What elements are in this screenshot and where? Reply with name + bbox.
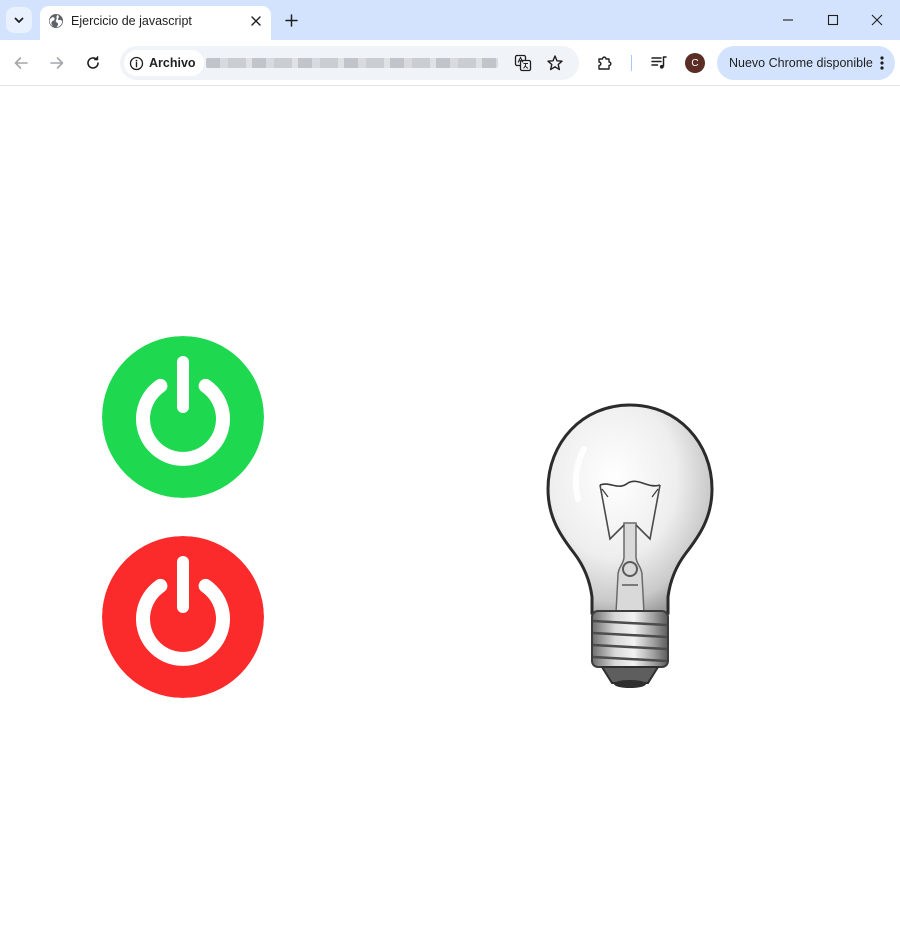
site-info-chip[interactable]: Archivo <box>124 50 204 76</box>
more-vert-icon <box>880 56 884 70</box>
power-on-button[interactable] <box>102 336 264 498</box>
window-close-button[interactable] <box>854 0 900 40</box>
address-bar[interactable]: Archivo <box>120 46 579 80</box>
translate-button[interactable] <box>513 53 533 73</box>
profile-avatar[interactable]: C <box>685 53 705 73</box>
minimize-button[interactable] <box>765 0 811 40</box>
reload-icon <box>87 56 99 69</box>
arrow-right-icon <box>50 57 64 69</box>
toolbar-separator <box>631 55 632 71</box>
update-label: Nuevo Chrome disponible <box>729 56 873 70</box>
chrome-menu-button[interactable] <box>872 53 892 73</box>
translate-icon <box>514 54 532 72</box>
plus-icon <box>284 13 298 27</box>
minimize-icon <box>783 19 793 21</box>
maximize-icon <box>827 14 839 26</box>
media-control-button[interactable] <box>648 52 670 74</box>
chevron-down-icon <box>14 17 24 23</box>
globe-icon <box>49 14 63 28</box>
tab-search-button[interactable] <box>6 7 32 33</box>
back-button[interactable] <box>9 51 33 75</box>
maximize-button[interactable] <box>810 0 856 40</box>
reload-button[interactable] <box>81 51 105 75</box>
close-icon <box>251 16 261 26</box>
extensions-button[interactable] <box>594 52 616 74</box>
tab-close-button[interactable] <box>246 11 266 31</box>
browser-toolbar: Archivo C Nuevo Chrome disponible <box>0 40 900 86</box>
arrow-left-icon <box>14 57 28 69</box>
chrome-update-button[interactable]: Nuevo Chrome disponible <box>717 46 895 80</box>
power-off-button[interactable] <box>102 536 264 698</box>
queue-music-icon <box>651 56 667 69</box>
light-bulb-image <box>546 403 714 688</box>
star-icon <box>547 55 563 71</box>
page-content <box>0 87 900 944</box>
puzzle-icon <box>598 56 612 70</box>
browser-window: Ejercicio de javascript Archivo C Nuevo … <box>0 0 900 944</box>
new-tab-button[interactable] <box>280 9 302 31</box>
forward-button[interactable] <box>45 51 69 75</box>
bookmark-button[interactable] <box>545 53 565 73</box>
tab-title: Ejercicio de javascript <box>71 14 192 28</box>
close-icon <box>871 14 883 26</box>
url-text-redacted[interactable] <box>206 58 498 68</box>
tab-active[interactable]: Ejercicio de javascript <box>40 6 271 40</box>
info-icon <box>129 56 144 70</box>
tab-strip: Ejercicio de javascript <box>0 0 900 40</box>
security-label: Archivo <box>149 56 196 70</box>
